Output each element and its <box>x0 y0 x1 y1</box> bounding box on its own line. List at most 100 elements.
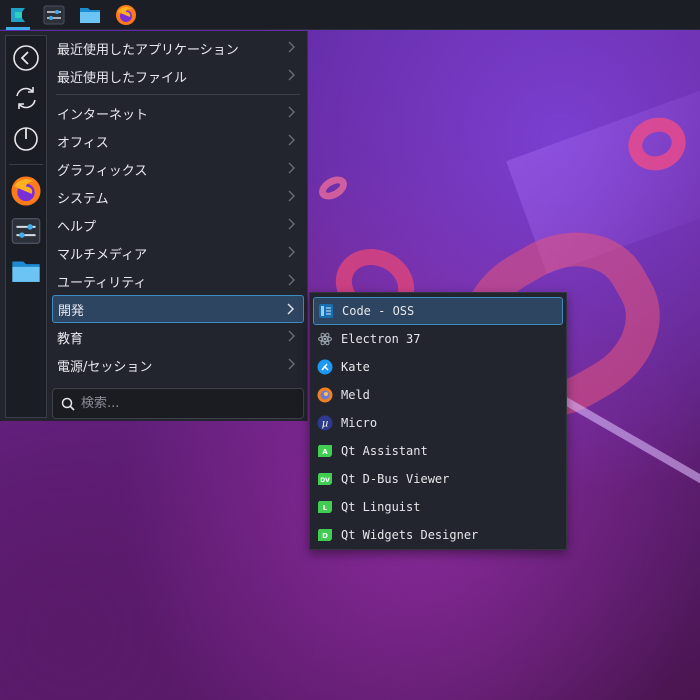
app-electron[interactable]: Electron 37 <box>313 325 563 353</box>
category-label: グラフィックス <box>57 163 148 179</box>
app-qt-widgets-designer[interactable]: D Qt Widgets Designer <box>313 521 563 549</box>
app-label: Code - OSS <box>342 304 415 318</box>
category-recent-apps[interactable]: 最近使用したアプリケーション <box>52 34 304 62</box>
app-meld[interactable]: Meld <box>313 381 563 409</box>
settings-icon <box>43 5 65 24</box>
chevron-right-icon <box>288 218 295 230</box>
app-label: Qt Widgets Designer <box>341 528 479 542</box>
folder-icon <box>12 261 40 282</box>
search-icon <box>61 397 75 411</box>
search-box[interactable] <box>52 388 304 419</box>
category-power-session[interactable]: 電源/セッション <box>52 351 304 379</box>
category-office[interactable]: オフィス <box>52 127 304 155</box>
category-system[interactable]: システム <box>52 183 304 211</box>
refresh-button[interactable] <box>6 78 46 118</box>
meld-icon <box>317 387 333 403</box>
app-label: Micro <box>341 416 378 430</box>
app-label: Qt Linguist <box>341 500 421 514</box>
category-list: 最近使用したアプリケーション 最近使用したファイル インターネット オフィス グ… <box>52 34 304 379</box>
category-label: 最近使用したファイル <box>57 70 188 86</box>
category-label: ユーティリティ <box>57 275 147 291</box>
app-label: Qt D-Bus Viewer <box>341 472 450 486</box>
file-manager-button[interactable] <box>72 0 108 30</box>
folder-icon <box>80 7 100 23</box>
chevron-right-icon <box>288 358 295 370</box>
application-launcher-menu: 最近使用したアプリケーション 最近使用したファイル インターネット オフィス グ… <box>0 31 308 421</box>
category-label: 最近使用したアプリケーション <box>57 42 239 58</box>
app-qt-linguist[interactable]: L Qt Linguist <box>313 493 563 521</box>
category-multimedia[interactable]: マルチメディア <box>52 239 304 267</box>
favorite-firefox[interactable] <box>6 171 46 211</box>
favorite-file-manager[interactable] <box>6 251 46 291</box>
qt-dbus-icon: DV <box>317 471 333 487</box>
category-development[interactable]: 開発 <box>52 295 304 323</box>
application-launcher-button[interactable] <box>0 0 36 30</box>
category-graphics[interactable]: グラフィックス <box>52 155 304 183</box>
chevron-right-icon <box>288 134 295 146</box>
category-help[interactable]: ヘルプ <box>52 211 304 239</box>
category-label: 電源/セッション <box>57 359 153 375</box>
electron-icon <box>317 331 333 347</box>
launcher-icon <box>11 7 25 22</box>
chevron-right-icon <box>288 106 295 118</box>
category-separator <box>56 94 300 95</box>
app-label: Electron 37 <box>341 332 421 346</box>
chevron-right-icon <box>288 162 295 174</box>
wallpaper-stripe <box>551 390 700 498</box>
chevron-right-icon <box>288 190 295 202</box>
app-code-oss[interactable]: Code - OSS <box>313 297 563 325</box>
search-input[interactable] <box>81 396 281 411</box>
firefox-icon <box>11 176 41 206</box>
firefox-button[interactable] <box>108 0 144 30</box>
category-recent-files[interactable]: 最近使用したファイル <box>52 62 304 90</box>
chevron-right-icon <box>287 303 294 315</box>
chevron-right-icon <box>288 41 295 53</box>
micro-icon: µ <box>317 415 333 431</box>
app-label: Meld <box>341 388 370 402</box>
category-utilities[interactable]: ユーティリティ <box>52 267 304 295</box>
wallpaper-ring <box>315 171 351 205</box>
refresh-icon <box>16 87 36 109</box>
category-internet[interactable]: インターネット <box>52 99 304 127</box>
svg-text:L: L <box>323 504 328 512</box>
firefox-icon <box>116 4 136 25</box>
category-education[interactable]: 教育 <box>52 323 304 351</box>
chevron-right-icon <box>288 69 295 81</box>
app-kate[interactable]: Kate <box>313 353 563 381</box>
app-qt-assistant[interactable]: A Qt Assistant <box>313 437 563 465</box>
kate-icon <box>317 359 333 375</box>
sidebar-separator <box>9 164 43 165</box>
svg-text:D: D <box>322 532 328 540</box>
category-label: ヘルプ <box>57 219 97 235</box>
development-submenu: Code - OSS Electron 37 Kate Meld µ Micro… <box>309 292 567 550</box>
top-panel <box>0 0 700 30</box>
svg-text:µ: µ <box>322 419 329 430</box>
category-label: オフィス <box>57 135 109 151</box>
back-button[interactable] <box>6 38 46 78</box>
favorite-system-settings[interactable] <box>6 211 46 251</box>
qt-designer-icon: D <box>317 527 333 543</box>
system-settings-button[interactable] <box>36 0 72 30</box>
back-icon <box>13 45 39 71</box>
category-label: システム <box>57 191 109 207</box>
chevron-right-icon <box>288 246 295 258</box>
svg-text:DV: DV <box>320 477 330 484</box>
svg-text:A: A <box>322 448 328 456</box>
app-label: Qt Assistant <box>341 444 428 458</box>
category-label: インターネット <box>57 107 149 123</box>
chevron-right-icon <box>288 274 295 286</box>
settings-icon <box>11 218 41 244</box>
app-label: Kate <box>341 360 370 374</box>
category-label: マルチメディア <box>57 247 148 263</box>
category-label: 教育 <box>57 331 84 347</box>
vscode-icon <box>318 303 334 319</box>
chevron-right-icon <box>288 330 295 342</box>
qt-linguist-icon: L <box>317 499 333 515</box>
power-icon <box>14 127 38 151</box>
power-button[interactable] <box>6 118 46 158</box>
app-micro[interactable]: µ Micro <box>313 409 563 437</box>
qt-assistant-icon: A <box>317 443 333 459</box>
category-label: 開発 <box>58 303 85 319</box>
app-qt-dbus-viewer[interactable]: DV Qt D-Bus Viewer <box>313 465 563 493</box>
launcher-sidebar <box>5 35 47 418</box>
